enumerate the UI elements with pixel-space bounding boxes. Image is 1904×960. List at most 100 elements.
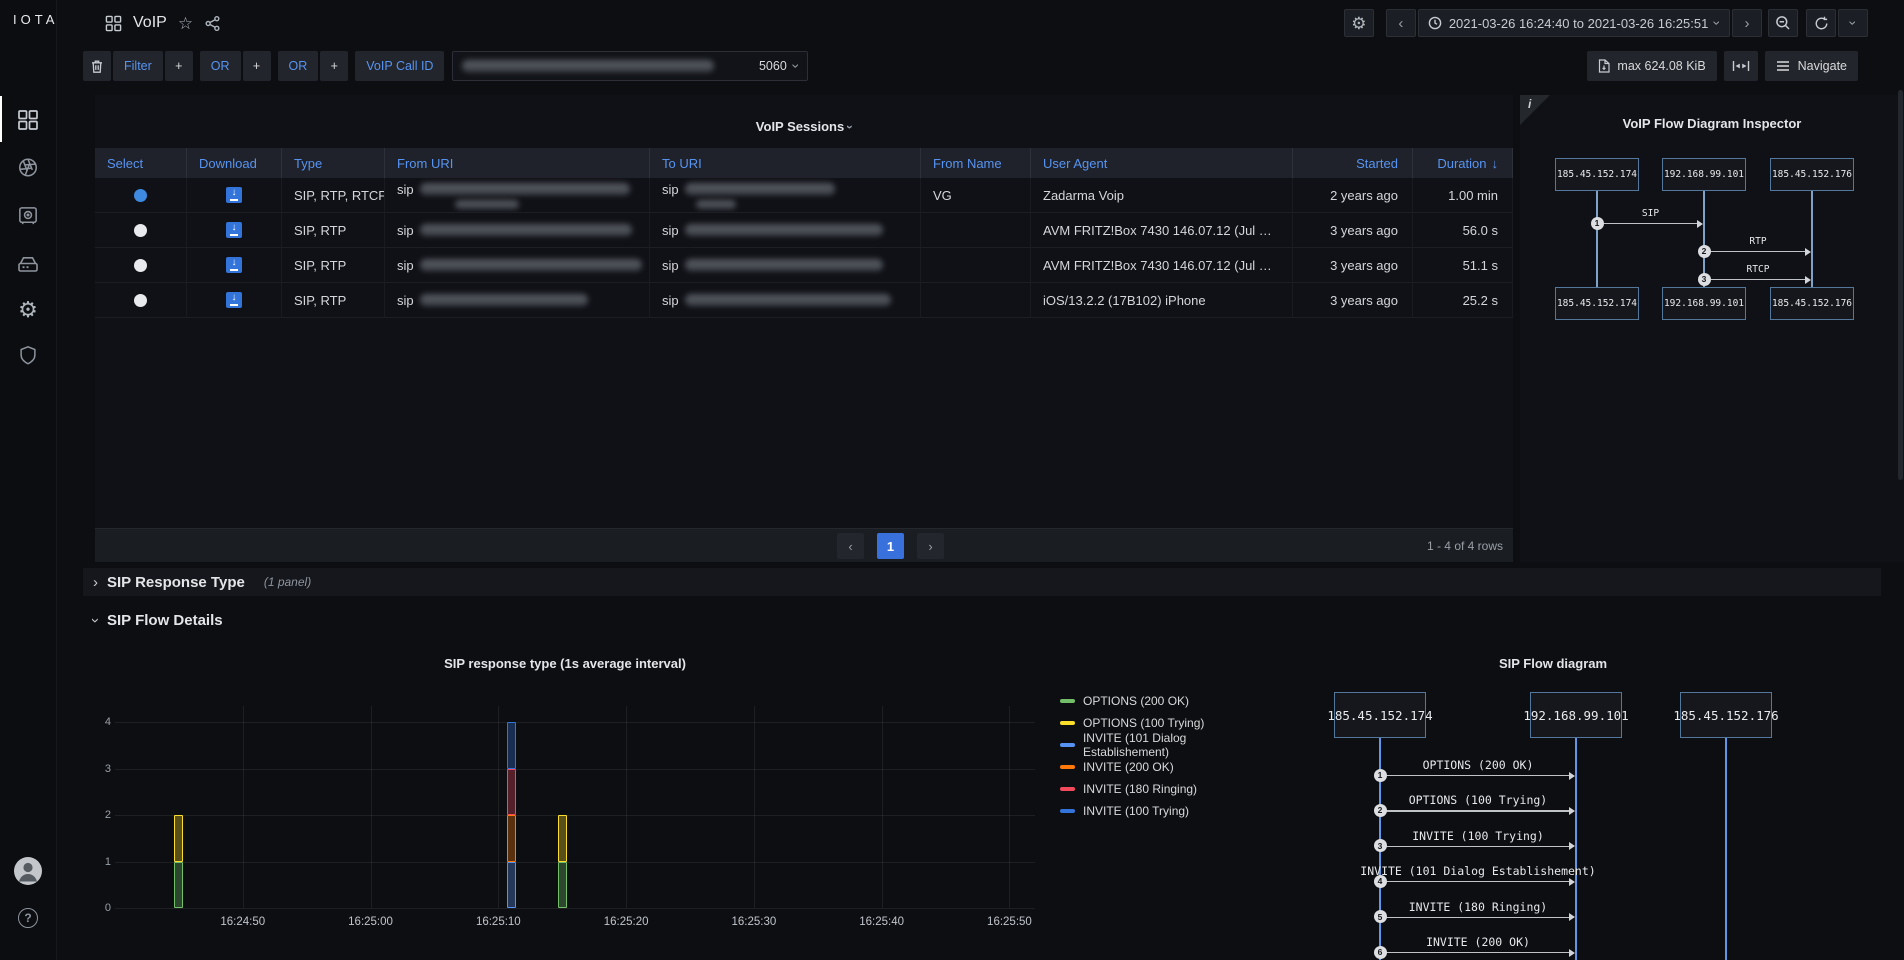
clock-icon — [1428, 16, 1442, 30]
redacted-uri — [455, 200, 519, 209]
select-radio[interactable] — [134, 189, 147, 202]
sidebar-item-vault[interactable] — [17, 204, 40, 227]
user-avatar[interactable] — [13, 856, 43, 886]
cell-duration: 51.1 s — [1413, 248, 1513, 283]
column-header-duration[interactable]: Duration↓ — [1413, 148, 1513, 178]
legend-item[interactable]: INVITE (180 Ringing) — [1060, 778, 1275, 800]
x-axis-tick: 16:25:30 — [719, 916, 789, 928]
fit-width-icon — [1732, 60, 1750, 72]
message-number: 5 — [1374, 910, 1387, 923]
legend-item[interactable]: OPTIONS (200 OK) — [1060, 690, 1275, 712]
cell-duration: 56.0 s — [1413, 213, 1513, 248]
column-header-select[interactable]: Select — [95, 148, 187, 178]
bar-segment — [558, 815, 567, 861]
column-header-started[interactable]: Started — [1293, 148, 1413, 178]
sidebar-item-capture[interactable] — [17, 156, 40, 179]
refresh-button[interactable] — [1806, 9, 1836, 37]
select-radio[interactable] — [134, 294, 147, 307]
message-line — [1380, 917, 1570, 918]
column-header-user-agent[interactable]: User Agent — [1031, 148, 1293, 178]
refresh-interval-dropdown[interactable]: › — [1838, 9, 1868, 37]
hard-drive-icon — [16, 252, 40, 276]
bar-segment — [507, 722, 516, 768]
cell-started: 3 years ago — [1293, 213, 1413, 248]
row-sip-flow-details[interactable]: › SIP Flow Details — [83, 606, 1881, 634]
fit-to-window-button[interactable] — [1724, 51, 1758, 81]
message-line — [1704, 279, 1806, 280]
message-line — [1380, 952, 1570, 953]
table-row[interactable]: ↓SIP, RTP, RTCPsipsipVGZadarma Voip2 yea… — [95, 178, 1513, 213]
message-number: 1 — [1374, 769, 1387, 782]
delete-filter-button[interactable] — [83, 51, 111, 81]
page-title: VoIP — [133, 14, 167, 32]
download-icon[interactable]: ↓ — [226, 222, 242, 238]
zoom-out-button[interactable] — [1768, 9, 1798, 37]
time-shift-forward-button[interactable]: › — [1732, 9, 1762, 37]
inspector-diagram: 185.45.152.174185.45.152.174192.168.99.1… — [1520, 95, 1904, 562]
help-button[interactable]: ? — [18, 908, 38, 928]
sidebar-item-security[interactable] — [17, 344, 39, 367]
column-header-type[interactable]: Type — [282, 148, 385, 178]
table-row[interactable]: ↓SIP, RTPsipsipAVM FRITZ!Box 7430 146.07… — [95, 213, 1513, 248]
redacted-uri — [420, 259, 642, 271]
select-radio[interactable] — [134, 259, 147, 272]
page-1-button[interactable]: 1 — [877, 533, 904, 559]
gridline — [1009, 706, 1010, 908]
download-icon[interactable]: ↓ — [226, 292, 242, 308]
sidebar-item-storage[interactable] — [16, 252, 40, 276]
message-label: RTCP — [1628, 264, 1888, 275]
redacted-uri — [696, 200, 736, 209]
table-row[interactable]: ↓SIP, RTPsipsipAVM FRITZ!Box 7430 146.07… — [95, 248, 1513, 283]
sidebar-item-dashboards[interactable] — [16, 108, 40, 132]
add-or-button-1[interactable]: + — [243, 51, 271, 81]
table-row[interactable]: ↓SIP, RTPsipsipiOS/13.2.2 (17B102) iPhon… — [95, 283, 1513, 318]
prev-page-button[interactable]: ‹ — [837, 533, 864, 559]
dashboard-app: IOTA — [0, 0, 1904, 960]
dashboard-icon[interactable] — [105, 15, 122, 32]
cell-user-agent: iOS/13.2.2 (17B102) iPhone — [1031, 283, 1293, 318]
add-filter-button[interactable]: + — [165, 51, 193, 81]
legend-item[interactable]: INVITE (101 Dialog Establishement) — [1060, 734, 1275, 756]
table-header-row: SelectDownloadTypeFrom URITo URIFrom Nam… — [95, 148, 1513, 178]
navigate-button[interactable]: Navigate — [1765, 51, 1858, 81]
or-button-2[interactable]: OR — [278, 51, 319, 81]
chevron-down-icon: › — [789, 64, 803, 69]
message-line — [1704, 251, 1806, 252]
star-icon[interactable]: ☆ — [178, 15, 193, 32]
time-range-picker[interactable]: 2021-03-26 16:24:40 to 2021-03-26 16:25:… — [1418, 9, 1730, 37]
lifeline — [1596, 191, 1598, 288]
call-id-input[interactable]: 5060 › — [452, 51, 808, 81]
section-panel-count: (1 panel) — [264, 575, 311, 589]
gridline — [115, 908, 1035, 909]
x-axis-tick: 16:24:50 — [208, 916, 278, 928]
chevron-right-icon: › — [93, 574, 98, 591]
share-icon[interactable] — [204, 15, 221, 32]
max-size-button[interactable]: max 624.08 KiB — [1587, 51, 1716, 81]
or-button-1[interactable]: OR — [200, 51, 241, 81]
actor-box: 185.45.152.174 — [1555, 158, 1639, 191]
panel-title-voip-sessions[interactable]: VoIP Sessions› — [95, 119, 1513, 134]
time-shift-back-button[interactable]: ‹ — [1386, 9, 1416, 37]
sessions-table: SelectDownloadTypeFrom URITo URIFrom Nam… — [95, 148, 1513, 318]
gridline — [626, 706, 627, 908]
sidebar-item-settings[interactable]: ⚙ — [18, 299, 38, 321]
legend-item[interactable]: INVITE (200 OK) — [1060, 756, 1275, 778]
column-header-from-uri[interactable]: From URI — [385, 148, 650, 178]
filter-button[interactable]: Filter — [113, 51, 163, 81]
select-radio[interactable] — [134, 224, 147, 237]
x-axis-tick: 16:25:00 — [336, 916, 406, 928]
row-sip-response-type[interactable]: › SIP Response Type (1 panel) — [83, 568, 1881, 596]
column-header-to-uri[interactable]: To URI — [650, 148, 921, 178]
y-axis-tick: 0 — [95, 902, 111, 914]
column-header-from-name[interactable]: From Name — [921, 148, 1031, 178]
scrollbar[interactable] — [1898, 90, 1903, 480]
add-or-button-2[interactable]: + — [320, 51, 348, 81]
next-page-button[interactable]: › — [917, 533, 944, 559]
download-icon[interactable]: ↓ — [226, 257, 242, 273]
redacted-uri — [420, 224, 632, 236]
dashboard-settings-button[interactable]: ⚙ — [1344, 9, 1374, 37]
column-header-download[interactable]: Download — [187, 148, 282, 178]
legend-item[interactable]: INVITE (100 Trying) — [1060, 800, 1275, 822]
voip-call-id-button[interactable]: VoIP Call ID — [355, 51, 444, 81]
download-icon[interactable]: ↓ — [226, 187, 242, 203]
